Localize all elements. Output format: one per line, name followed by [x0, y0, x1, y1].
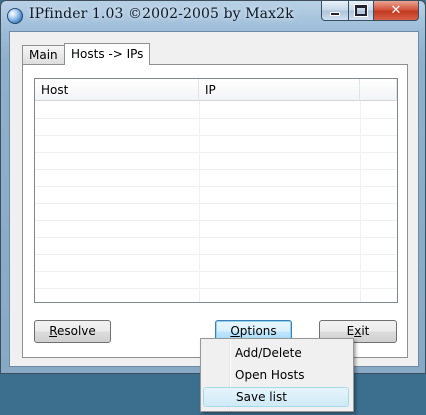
resolve-label: esolve: [57, 324, 96, 338]
grid-line: [35, 118, 397, 119]
maximize-icon: [355, 5, 367, 16]
menu-item-save-list[interactable]: Save list: [203, 387, 349, 407]
list-body[interactable]: [35, 101, 397, 302]
grid-line: [35, 271, 397, 272]
grid-line: [35, 203, 397, 204]
caption-buttons: ✕: [321, 1, 419, 21]
tab-panel-hosts-ips: Host IP Resolve Options Exit: [22, 64, 408, 358]
minimize-icon: [330, 11, 340, 16]
app-window: IPfinder 1.03 ©2002-2005 by Max2k ✕ Main…: [0, 0, 426, 374]
list-header: Host IP: [35, 79, 397, 101]
column-header-host[interactable]: Host: [35, 79, 199, 101]
menu-item-add-delete[interactable]: Add/Delete: [203, 343, 349, 363]
close-button[interactable]: ✕: [374, 1, 419, 21]
options-mnemonic: O: [230, 324, 240, 338]
maximize-button[interactable]: [349, 1, 374, 21]
tab-main[interactable]: Main: [22, 45, 65, 64]
hosts-list[interactable]: Host IP: [34, 78, 398, 303]
grid-line: [35, 152, 397, 153]
resolve-mnemonic: R: [49, 324, 57, 338]
column-header-filler: [360, 79, 397, 101]
options-popup-menu: Add/Delete Open Hosts Save list: [200, 338, 354, 412]
grid-line: [35, 220, 397, 221]
title-bar[interactable]: IPfinder 1.03 ©2002-2005 by Max2k ✕: [1, 1, 425, 31]
minimize-button[interactable]: [321, 1, 349, 21]
menu-item-open-hosts[interactable]: Open Hosts: [203, 365, 349, 385]
resolve-button[interactable]: Resolve: [34, 320, 111, 343]
client-area: Main Hosts -> IPs Host IP Resolve Option…: [9, 31, 419, 367]
grid-line: [35, 186, 397, 187]
exit-label-end: it: [361, 324, 370, 338]
app-globe-icon[interactable]: [7, 8, 23, 24]
grid-line: [35, 254, 397, 255]
grid-line: [35, 288, 397, 289]
grid-line: [35, 237, 397, 238]
window-title: IPfinder 1.03 ©2002-2005 by Max2k: [29, 6, 294, 22]
column-header-ip[interactable]: IP: [199, 79, 360, 101]
grid-line: [35, 169, 397, 170]
options-label: ptions: [239, 324, 277, 338]
close-icon: ✕: [390, 3, 402, 18]
grid-line: [35, 135, 397, 136]
tab-hosts-ips[interactable]: Hosts -> IPs: [64, 43, 151, 65]
